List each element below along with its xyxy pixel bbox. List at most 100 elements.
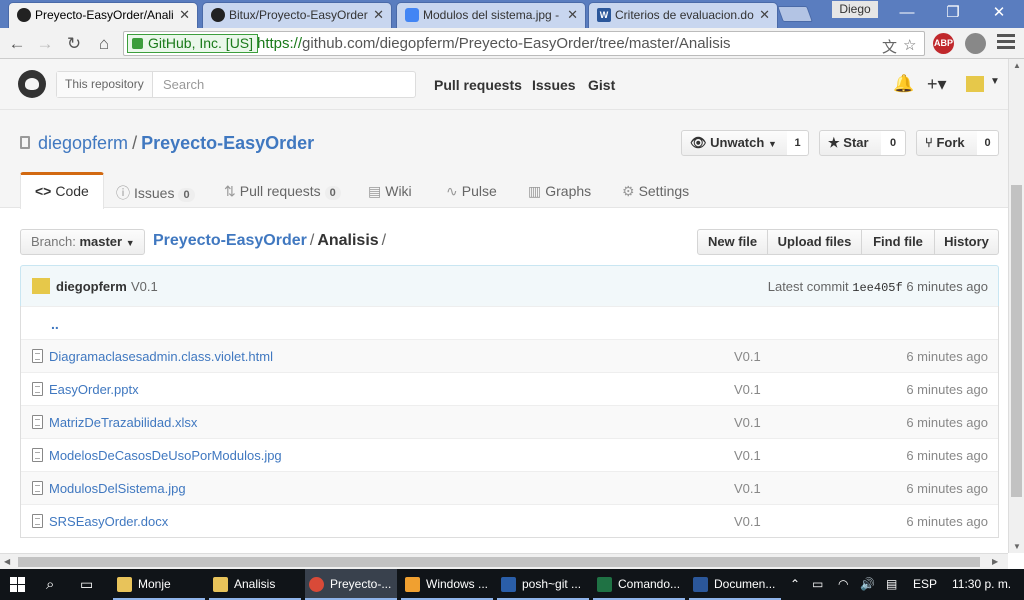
scroll-left-icon[interactable]: ◀ bbox=[4, 557, 10, 566]
volume-icon[interactable]: 🔊 bbox=[860, 569, 875, 600]
browser-tab-active[interactable]: Preyecto-EasyOrder/Anali ✕ bbox=[8, 2, 198, 29]
taskbar-item-analisis[interactable]: Analisis bbox=[209, 569, 301, 600]
taskbar-item-media-player[interactable]: Windows ... bbox=[401, 569, 493, 600]
github-logo-icon[interactable] bbox=[18, 70, 46, 98]
address-bar[interactable]: GitHub, Inc. [US] https://github.com/die… bbox=[123, 31, 925, 56]
minimize-icon[interactable]: — bbox=[884, 0, 930, 26]
file-link[interactable]: EasyOrder.pptx bbox=[49, 382, 139, 397]
battery-icon[interactable]: ▭ bbox=[812, 569, 823, 600]
taskbar-item-chrome[interactable]: Preyecto-... bbox=[305, 569, 397, 600]
close-tab-icon[interactable]: ✕ bbox=[759, 7, 770, 23]
nav-pull-requests[interactable]: Pull requests bbox=[434, 77, 522, 93]
search-input[interactable]: This repository Search bbox=[56, 71, 416, 98]
windows-start-icon[interactable] bbox=[10, 577, 25, 592]
tab-pulse[interactable]: ∿ Pulse bbox=[446, 172, 497, 209]
extension-icon[interactable] bbox=[965, 33, 986, 54]
nav-issues[interactable]: Issues bbox=[532, 77, 576, 93]
close-window-icon[interactable]: ✕ bbox=[976, 0, 1022, 26]
add-new-icon[interactable]: +▾ bbox=[927, 74, 947, 95]
task-view-icon[interactable]: ▭ bbox=[80, 569, 93, 600]
file-link[interactable]: MatrizDeTrazabilidad.xlsx bbox=[49, 415, 197, 430]
horizontal-scrollbar[interactable]: ◀ ▶ bbox=[0, 553, 1008, 569]
bell-icon[interactable]: 🔔 bbox=[893, 74, 914, 94]
breadcrumb-root-link[interactable]: Preyecto-EasyOrder bbox=[153, 232, 307, 249]
star-count[interactable]: 0 bbox=[881, 130, 906, 156]
new-tab-button[interactable] bbox=[777, 6, 813, 22]
taskbar-item-word[interactable]: Documen... bbox=[689, 569, 781, 600]
tab-settings[interactable]: ⚙ Settings bbox=[622, 172, 689, 209]
fork-count[interactable]: 0 bbox=[977, 130, 999, 156]
parent-directory-row[interactable]: .. bbox=[21, 306, 998, 339]
nav-gist[interactable]: Gist bbox=[588, 77, 615, 93]
repo-name-link[interactable]: Preyecto-EasyOrder bbox=[141, 133, 314, 153]
scroll-up-icon[interactable]: ▲ bbox=[1013, 61, 1021, 70]
search-icon[interactable]: ⌕ bbox=[46, 569, 54, 600]
upload-files-button[interactable]: Upload files bbox=[767, 229, 862, 255]
file-commit-message[interactable]: V0.1 bbox=[734, 415, 761, 430]
commit-sha-link[interactable]: 1ee405f bbox=[852, 281, 902, 295]
scroll-right-icon[interactable]: ▶ bbox=[992, 557, 998, 566]
parent-directory-link[interactable]: .. bbox=[51, 316, 59, 332]
forward-icon[interactable]: → bbox=[34, 33, 56, 55]
tab-code[interactable]: <> Code bbox=[20, 172, 104, 209]
avatar[interactable] bbox=[966, 76, 984, 92]
file-link[interactable]: Diagramaclasesadmin.class.violet.html bbox=[49, 349, 273, 364]
notifications-icon[interactable]: ▤ bbox=[886, 569, 897, 600]
scrollbar-thumb[interactable] bbox=[18, 557, 980, 567]
browser-tab[interactable]: Modulos del sistema.jpg - ✕ bbox=[396, 2, 586, 28]
taskbar-item-powershell[interactable]: posh~git ... bbox=[497, 569, 589, 600]
tab-wiki[interactable]: ▤ Wiki bbox=[368, 172, 412, 209]
close-tab-icon[interactable]: ✕ bbox=[179, 7, 190, 23]
secure-indicator[interactable]: GitHub, Inc. [US] bbox=[127, 34, 259, 53]
chevron-up-icon[interactable]: ⌃ bbox=[790, 569, 800, 600]
file-link[interactable]: ModelosDeCasosDeUsoPorModulos.jpg bbox=[49, 448, 282, 463]
watch-count[interactable]: 1 bbox=[787, 130, 809, 156]
file-commit-message[interactable]: V0.1 bbox=[734, 382, 761, 397]
repo-owner-link[interactable]: diegopferm bbox=[38, 133, 128, 153]
tab-issues[interactable]: ⓘ Issues 0 bbox=[116, 172, 195, 209]
history-button[interactable]: History bbox=[934, 229, 999, 255]
tab-graphs[interactable]: ▥ Graphs bbox=[528, 172, 591, 209]
file-commit-message[interactable]: V0.1 bbox=[734, 448, 761, 463]
reload-icon[interactable]: ↻ bbox=[63, 33, 85, 55]
profile-badge[interactable]: Diego bbox=[832, 1, 878, 18]
find-file-button[interactable]: Find file bbox=[861, 229, 935, 255]
adblock-plus-icon[interactable]: ABP bbox=[933, 33, 954, 54]
close-tab-icon[interactable]: ✕ bbox=[567, 7, 578, 23]
file-commit-message[interactable]: V0.1 bbox=[734, 481, 761, 496]
browser-tab[interactable]: Bitux/Proyecto-EasyOrder ✕ bbox=[202, 2, 392, 28]
back-icon[interactable]: ← bbox=[6, 33, 28, 55]
avatar[interactable] bbox=[32, 278, 50, 294]
tab-pull-requests[interactable]: ⇅ Pull requests 0 bbox=[224, 172, 341, 209]
branch-select-button[interactable]: Branch: master ▼ bbox=[20, 229, 145, 255]
translate-icon[interactable]: 文 bbox=[882, 36, 897, 57]
url-text[interactable]: https://github.com/diegopferm/Preyecto-E… bbox=[257, 35, 731, 52]
clock[interactable]: 11:30 p. m. bbox=[952, 569, 1011, 600]
language-indicator[interactable]: ESP bbox=[913, 569, 937, 600]
wifi-icon[interactable]: ◠ bbox=[838, 569, 848, 600]
commit-message-link[interactable]: V0.1 bbox=[131, 279, 158, 294]
close-tab-icon[interactable]: ✕ bbox=[373, 7, 384, 23]
file-link[interactable]: ModulosDelSistema.jpg bbox=[49, 481, 186, 496]
scroll-down-icon[interactable]: ▼ bbox=[1013, 542, 1021, 551]
commit-author-link[interactable]: diegopferm bbox=[56, 279, 127, 294]
taskbar-item-monje[interactable]: Monje bbox=[113, 569, 205, 600]
bookmark-star-icon[interactable]: ☆ bbox=[903, 36, 916, 54]
chevron-down-icon[interactable]: ▼ bbox=[990, 76, 1000, 87]
fork-button[interactable]: ⑂ Fork bbox=[916, 130, 978, 156]
scrollbar-thumb[interactable] bbox=[1011, 185, 1022, 497]
file-commit-message[interactable]: V0.1 bbox=[734, 514, 761, 529]
google-drive-icon bbox=[405, 8, 419, 22]
file-commit-message[interactable]: V0.1 bbox=[734, 349, 761, 364]
taskbar-item-excel[interactable]: Comando... bbox=[593, 569, 685, 600]
home-icon[interactable]: ⌂ bbox=[93, 33, 115, 55]
star-button[interactable]: ★ Star bbox=[819, 130, 882, 156]
restore-icon[interactable]: ❐ bbox=[930, 0, 976, 26]
file-link[interactable]: SRSEasyOrder.docx bbox=[49, 514, 168, 529]
browser-tab[interactable]: W Criterios de evaluacion.do ✕ bbox=[588, 2, 778, 28]
unwatch-button[interactable]: 👁 Unwatch ▼ bbox=[681, 130, 788, 156]
search-placeholder: Search bbox=[163, 77, 205, 92]
vertical-scrollbar[interactable]: ▲ ▼ bbox=[1008, 59, 1024, 553]
chrome-menu-icon[interactable] bbox=[997, 34, 1015, 52]
new-file-button[interactable]: New file bbox=[697, 229, 768, 255]
